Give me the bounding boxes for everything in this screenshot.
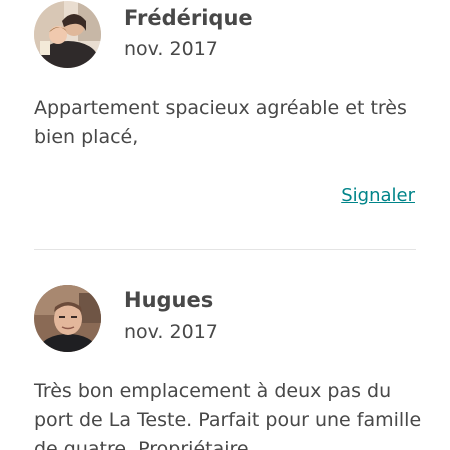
report-review-link[interactable]: Signaler xyxy=(341,185,415,206)
reviewer-avatar[interactable] xyxy=(34,1,101,68)
user-photo-avatar-icon xyxy=(34,1,101,68)
reviewer-name: Frédérique xyxy=(124,6,253,30)
review-text: Appartement spacieux agréable et très bi… xyxy=(34,97,407,148)
reviewer-avatar[interactable] xyxy=(34,285,101,352)
reviewer-name: Hugues xyxy=(124,288,214,312)
user-photo-avatar-icon xyxy=(34,285,101,352)
review-item: Hugues nov. 2017 Très bon emplacement à … xyxy=(0,250,450,450)
review-date: nov. 2017 xyxy=(124,321,218,343)
review-date: nov. 2017 xyxy=(124,38,218,60)
review-item: Frédérique nov. 2017 Appartement spacieu… xyxy=(0,0,450,250)
review-text: Très bon emplacement à deux pas du port … xyxy=(34,380,422,450)
